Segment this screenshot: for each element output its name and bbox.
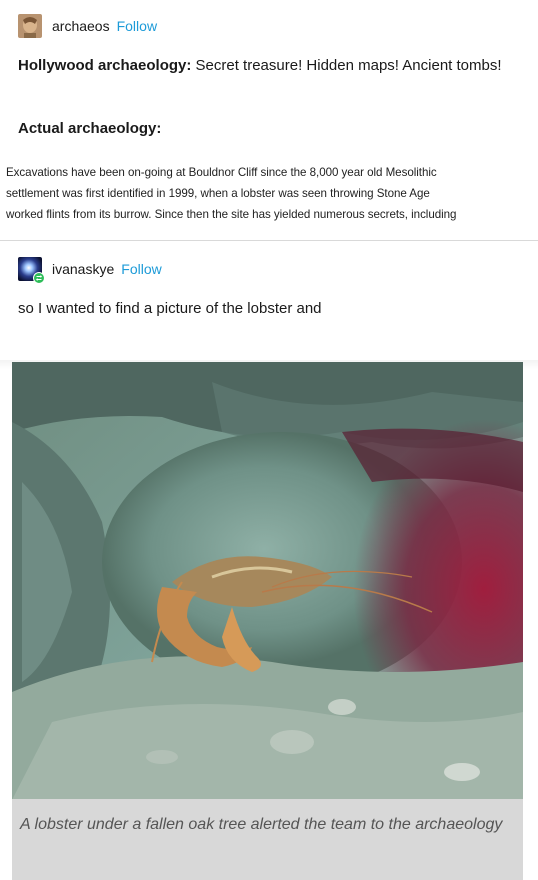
reblog-badge-icon [33, 272, 45, 284]
quote-line: Excavations have been on-going at Bouldn… [6, 166, 437, 179]
hollywood-label: Hollywood archaeology: [18, 57, 192, 74]
image-caption: A lobster under a fallen oak tree alerte… [20, 816, 503, 833]
username[interactable]: archaeos [52, 18, 110, 34]
follow-button[interactable]: Follow [117, 18, 157, 34]
follow-button[interactable]: Follow [121, 261, 161, 277]
quote-line: settlement was first identified in 1999,… [6, 187, 430, 200]
post-divider [0, 240, 538, 241]
username[interactable]: ivanaskye [52, 261, 114, 277]
post-text: Hollywood archaeology: Secret treasure! … [18, 54, 518, 78]
quote-line: worked flints from its burrow. Since the… [6, 208, 457, 221]
avatar[interactable] [18, 257, 45, 284]
quoted-excerpt: Excavations have been on-going at Bouldn… [6, 162, 536, 225]
post-header-archaeos: archaeos Follow [18, 14, 157, 38]
actual-heading: Actual archaeology: [18, 117, 518, 141]
lobster-photo-icon [12, 362, 523, 800]
actual-label: Actual archaeology: [18, 120, 162, 137]
lobster-photo [12, 362, 523, 800]
hollywood-text: Secret treasure! Hidden maps! Ancient to… [191, 57, 502, 74]
post-header-ivanaskye: ivanaskye Follow [18, 257, 162, 284]
image-caption-box: A lobster under a fallen oak tree alerte… [12, 799, 523, 880]
post-text: so I wanted to find a picture of the lob… [18, 300, 322, 317]
avatar[interactable] [18, 14, 42, 38]
